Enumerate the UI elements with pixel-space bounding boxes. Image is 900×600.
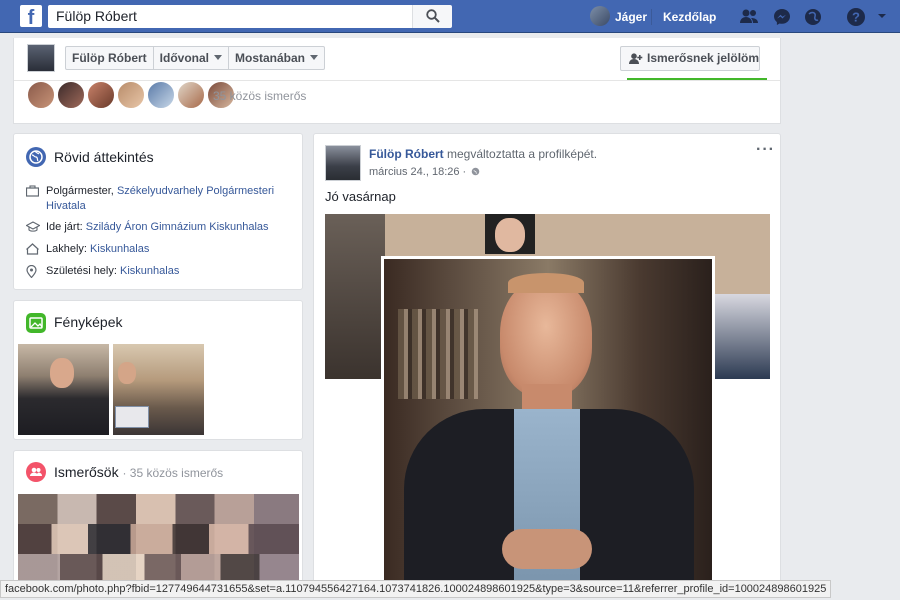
intro-lives-label: Lakhely: bbox=[46, 243, 87, 255]
intro-school: Ide járt: Szilády Áron Gimnázium Kiskunh… bbox=[26, 220, 296, 235]
chevron-down-icon bbox=[310, 55, 319, 60]
avatar[interactable] bbox=[27, 81, 55, 109]
user-name-link[interactable]: Jáger bbox=[615, 10, 647, 24]
intro-born: Születési hely: Kiskunhalas bbox=[26, 264, 296, 279]
mutual-friends-avatars bbox=[27, 81, 237, 109]
top-navigation-bar: f Fülöp Róbert Jáger Kezdőlap ? bbox=[0, 0, 900, 33]
post-card: Fülöp Róbert megváltoztatta a profilképé… bbox=[313, 133, 781, 593]
breadcrumb: Fülöp Róbert Idővonal Mostanában bbox=[65, 46, 326, 70]
friend-requests-icon[interactable] bbox=[739, 7, 759, 27]
photos-title[interactable]: Fényképek bbox=[54, 314, 122, 330]
user-avatar[interactable] bbox=[590, 6, 610, 26]
intro-born-label: Születési hely: bbox=[46, 265, 117, 277]
friends-icon bbox=[26, 462, 46, 482]
post-meta: március 24., 18:26 · bbox=[369, 166, 480, 178]
profile-picture-photo[interactable] bbox=[381, 256, 715, 586]
photo-bg-face bbox=[495, 218, 525, 252]
photo-face bbox=[500, 279, 592, 397]
breadcrumb-recent-label: Mostanában bbox=[235, 51, 306, 65]
avatar[interactable] bbox=[117, 81, 145, 109]
post-author-link[interactable]: Fülöp Róbert bbox=[369, 147, 444, 161]
svg-text:?: ? bbox=[852, 10, 860, 25]
nav-divider bbox=[651, 9, 652, 25]
photos-icon bbox=[26, 313, 46, 333]
add-friend-button[interactable]: Ismerősnek jelölöm bbox=[620, 46, 760, 71]
friends-title-label[interactable]: Ismerősök bbox=[54, 464, 119, 480]
photos-card: Fényképek bbox=[13, 300, 303, 440]
photo-face bbox=[50, 358, 74, 388]
notifications-icon[interactable] bbox=[803, 7, 823, 27]
friends-grid-pixelated[interactable] bbox=[18, 494, 299, 584]
avatar[interactable] bbox=[147, 81, 175, 109]
photo-bg-audience bbox=[715, 294, 770, 379]
briefcase-icon bbox=[26, 185, 39, 197]
location-pin-icon bbox=[26, 265, 37, 278]
intro-school-link[interactable]: Szilády Áron Gimnázium Kiskunhalas bbox=[86, 221, 269, 233]
add-friend-icon bbox=[629, 53, 643, 64]
chevron-down-icon bbox=[214, 55, 222, 60]
intro-born-link[interactable]: Kiskunhalas bbox=[120, 265, 179, 277]
photo-face bbox=[118, 362, 136, 384]
profile-picture-image bbox=[384, 259, 712, 583]
friends-title: Ismerősök · 35 közös ismerős bbox=[54, 464, 223, 480]
post-author-avatar[interactable] bbox=[325, 145, 361, 181]
browser-status-bar: facebook.com/photo.php?fbid=127749644731… bbox=[0, 580, 832, 598]
post-options-button[interactable]: ··· bbox=[756, 141, 775, 159]
help-icon[interactable]: ? bbox=[846, 7, 866, 27]
search-button[interactable] bbox=[412, 5, 452, 28]
photo-bg-section bbox=[325, 214, 385, 379]
post-text: Jó vasárnap bbox=[325, 189, 396, 204]
post-timestamp[interactable]: március 24., 18:26 · bbox=[369, 166, 466, 178]
profile-header: Fülöp Róbert Idővonal Mostanában Ismerős… bbox=[13, 38, 781, 124]
avatar[interactable] bbox=[57, 81, 85, 109]
graduation-cap-icon bbox=[26, 221, 40, 232]
photo-thumbnail[interactable] bbox=[18, 344, 109, 435]
profile-mini-avatar[interactable] bbox=[27, 44, 55, 72]
search-icon bbox=[426, 9, 440, 23]
mutual-friends-count[interactable]: 35 közös ismerős bbox=[213, 89, 306, 103]
friends-mutual-count: · 35 közös ismerős bbox=[122, 466, 224, 480]
breadcrumb-recent[interactable]: Mostanában bbox=[229, 47, 324, 69]
photo-hands bbox=[502, 529, 592, 569]
add-friend-label: Ismerősnek jelölöm bbox=[647, 51, 760, 65]
facebook-logo[interactable]: f bbox=[20, 5, 42, 27]
account-menu-icon[interactable] bbox=[876, 10, 888, 22]
house-icon bbox=[26, 243, 39, 255]
post-action-text: megváltoztatta a profilképét. bbox=[447, 147, 598, 161]
intro-lives: Lakhely: Kiskunhalas bbox=[26, 242, 296, 257]
photo-hair bbox=[508, 273, 584, 293]
breadcrumb-timeline-label: Idővonal bbox=[159, 51, 209, 65]
search-input[interactable]: Fülöp Róbert bbox=[48, 5, 412, 28]
photo-document bbox=[115, 406, 149, 428]
globe-icon bbox=[26, 147, 46, 167]
intro-work-label: Polgármester, bbox=[46, 185, 114, 197]
post-header: Fülöp Róbert megváltoztatta a profilképé… bbox=[369, 147, 597, 161]
intro-school-label: Ide járt: bbox=[46, 221, 83, 233]
breadcrumb-timeline[interactable]: Idővonal bbox=[154, 47, 229, 69]
photo-thumbnail[interactable] bbox=[113, 344, 204, 435]
avatar[interactable] bbox=[177, 81, 205, 109]
photo-bookshelf bbox=[398, 309, 478, 399]
avatar[interactable] bbox=[87, 81, 115, 109]
intro-card: Rövid áttekintés Polgármester, Székelyud… bbox=[13, 133, 303, 290]
intro-lives-link[interactable]: Kiskunhalas bbox=[90, 243, 149, 255]
friends-card: Ismerősök · 35 közös ismerős bbox=[13, 450, 303, 590]
globe-icon bbox=[472, 167, 480, 176]
breadcrumb-name[interactable]: Fülöp Róbert bbox=[66, 47, 154, 69]
intro-work: Polgármester, Székelyudvarhely Polgármes… bbox=[26, 184, 296, 214]
intro-title: Rövid áttekintés bbox=[54, 149, 154, 165]
home-link[interactable]: Kezdőlap bbox=[663, 10, 716, 24]
messenger-icon[interactable] bbox=[772, 7, 792, 27]
pixel-row bbox=[18, 524, 299, 554]
